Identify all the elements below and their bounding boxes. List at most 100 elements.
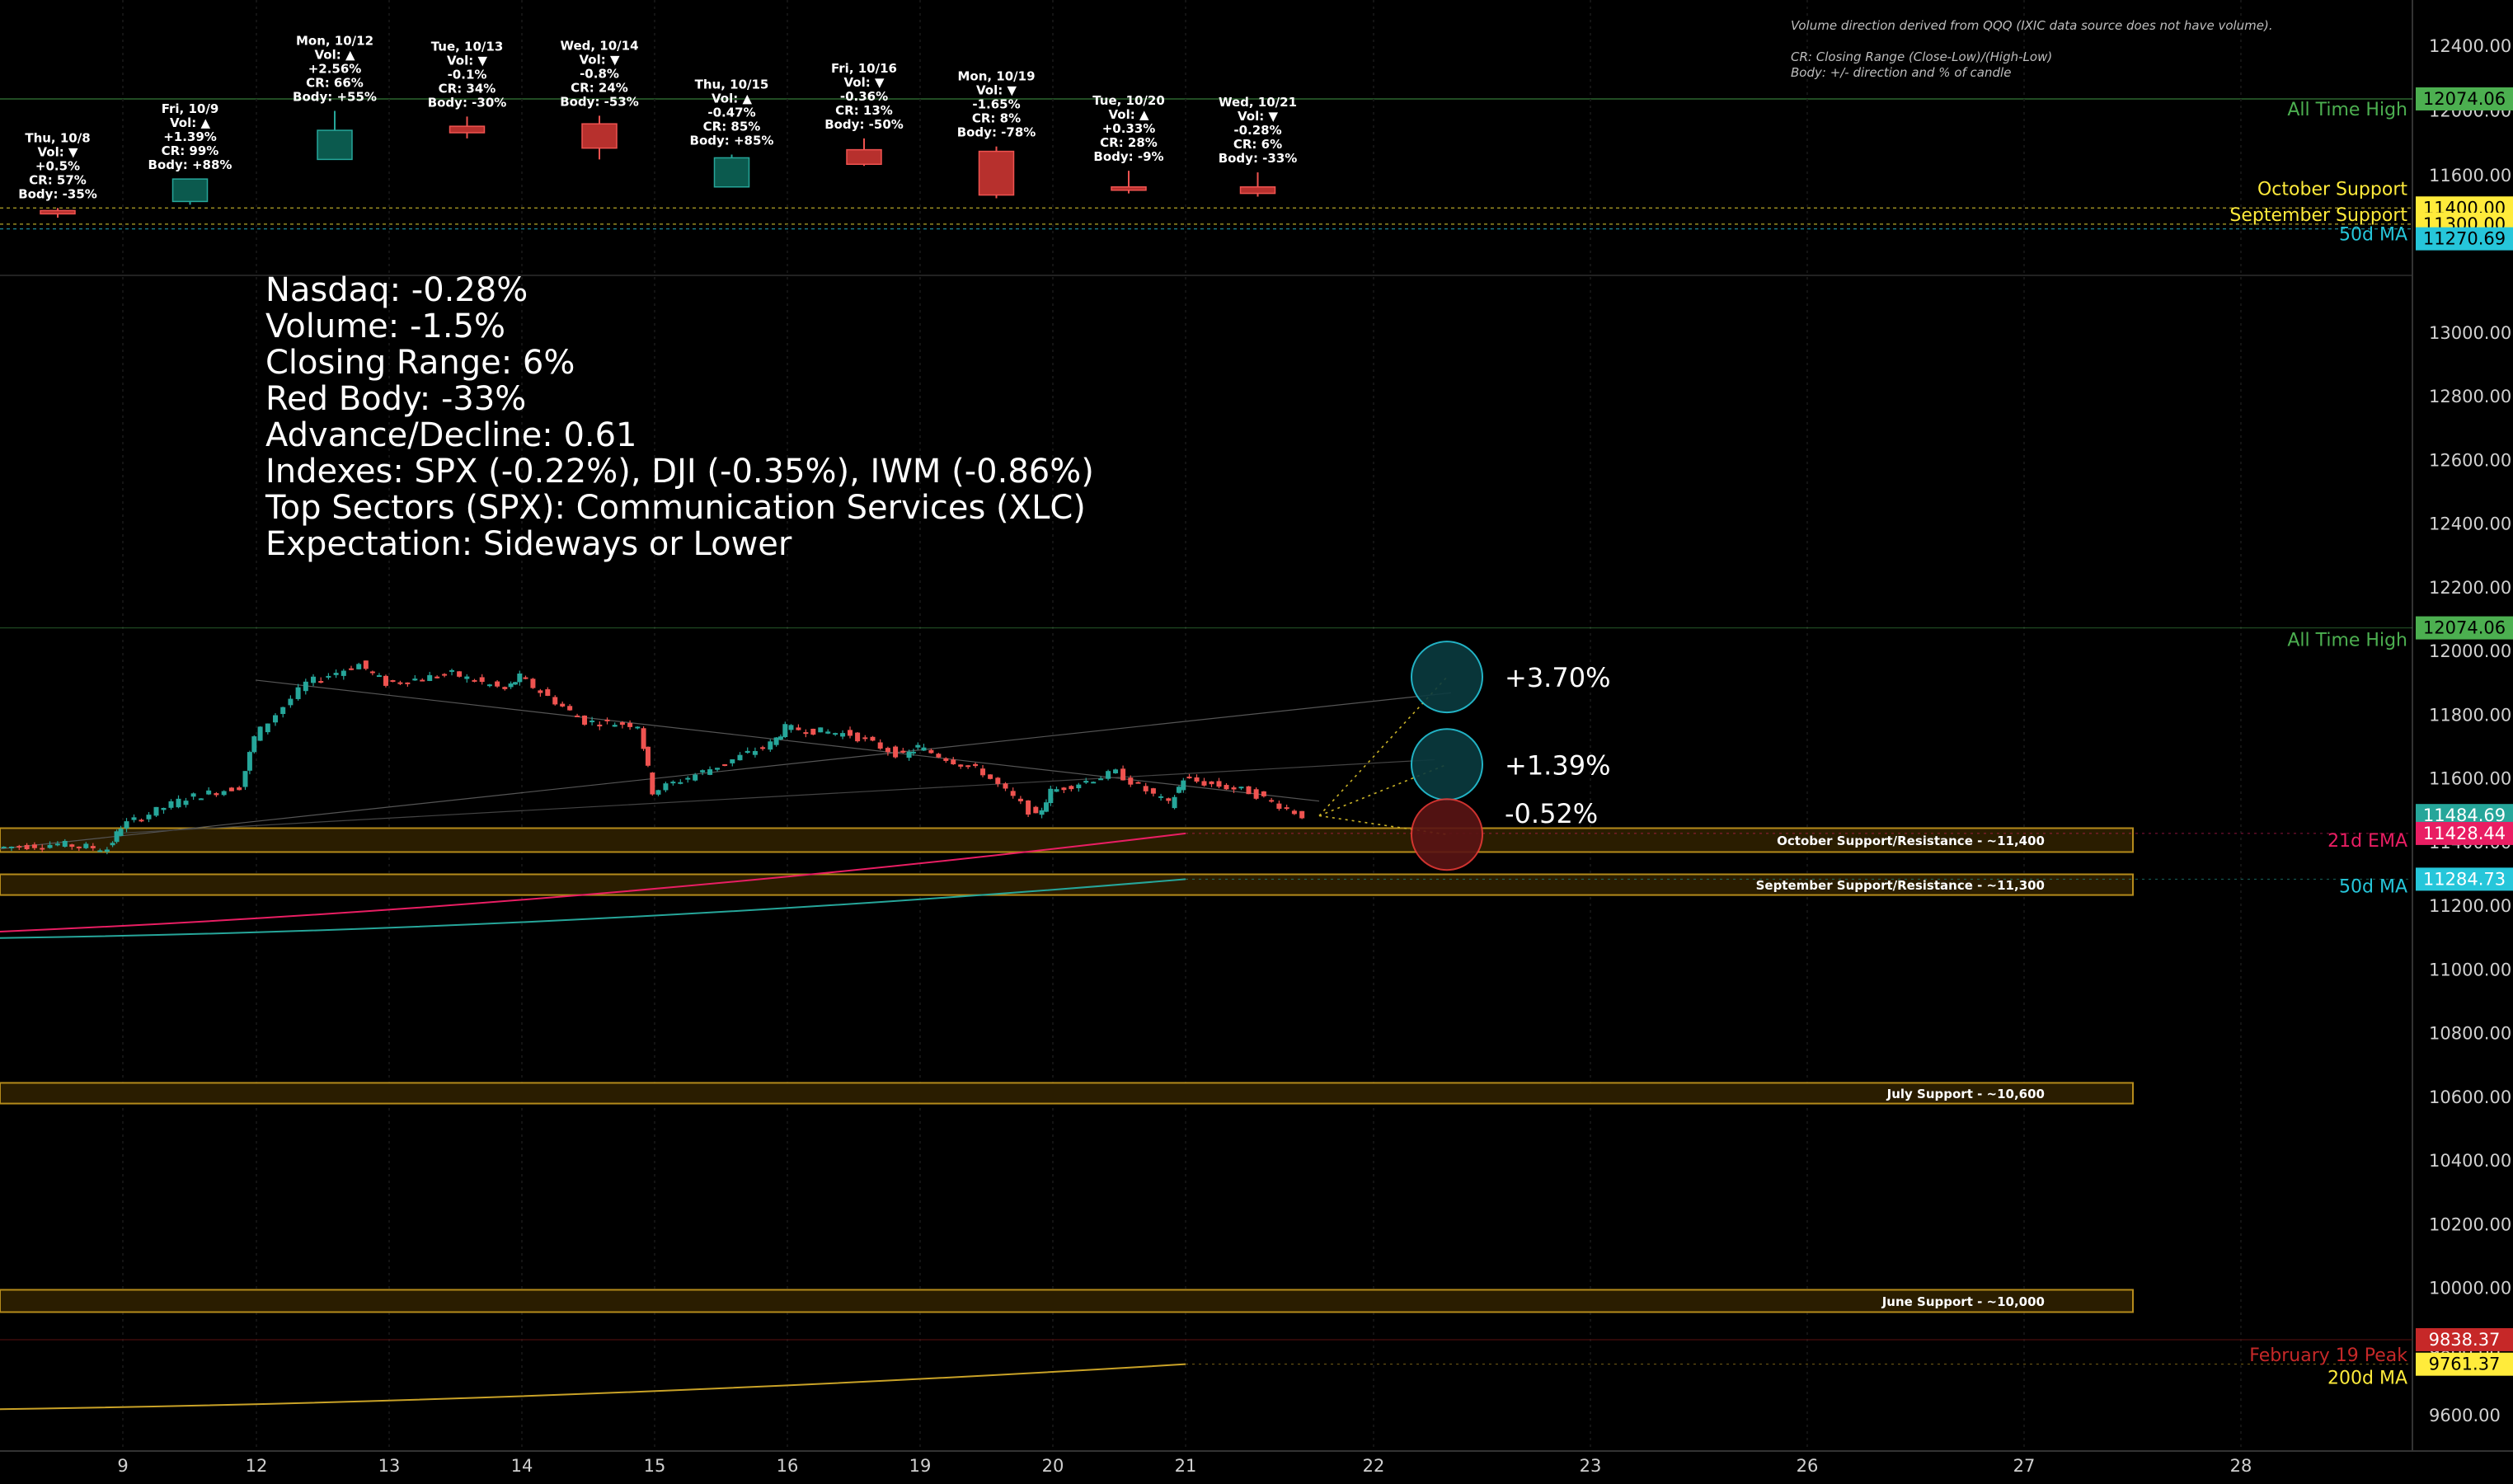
intraday-candle xyxy=(183,801,189,805)
intraday-candle xyxy=(893,746,899,758)
intraday-candle xyxy=(405,682,411,684)
top-level-label-2: September Support xyxy=(2229,205,2407,226)
intraday-candle xyxy=(840,733,846,737)
support-zone-label-3: June Support - ~10,000 xyxy=(1881,1294,2045,1309)
top-axis-tick-2: 12400.00 xyxy=(2429,36,2511,56)
candle-label-2-4: Body: +55% xyxy=(293,90,377,105)
intraday-candle xyxy=(685,777,691,780)
candle-label-1-2: +1.39% xyxy=(163,129,217,144)
intraday-candle xyxy=(635,726,641,729)
candle-label-9-0: Wed, 10/21 xyxy=(1219,95,1297,110)
intraday-candle xyxy=(980,768,986,776)
candle-label-1-3: CR: 99% xyxy=(162,143,219,158)
candle-label-0-0: Thu, 10/8 xyxy=(25,130,90,145)
intraday-candle xyxy=(508,683,514,688)
intraday-candle xyxy=(810,728,816,735)
x-tick-13: 28 xyxy=(2230,1456,2252,1476)
top-level-label-0: All Time High xyxy=(2287,100,2407,120)
candle-label-8-0: Tue, 10/20 xyxy=(1092,93,1165,108)
intraday-candle xyxy=(788,725,794,730)
intraday-candle xyxy=(1010,791,1016,796)
intraday-candle xyxy=(988,774,993,779)
intraday-candle xyxy=(678,782,683,784)
candle-label-4-1: Vol: ▼ xyxy=(580,52,620,67)
intraday-candle xyxy=(472,679,477,682)
main-axis-tick-15: 10000.00 xyxy=(2429,1279,2511,1298)
candle-label-7-1: Vol: ▼ xyxy=(976,83,1017,98)
candle-label-8-1: Vol: ▲ xyxy=(1109,107,1149,122)
intraday-candle xyxy=(303,681,308,692)
intraday-candle xyxy=(604,719,610,721)
main-axis-tick-5: 12000.00 xyxy=(2429,641,2511,661)
x-tick-12: 27 xyxy=(2013,1456,2036,1476)
candle-label-9-2: -0.28% xyxy=(1233,123,1281,138)
intraday-candle xyxy=(737,754,743,761)
main-axis-tick-3: 12400.00 xyxy=(2429,514,2511,534)
intraday-candle xyxy=(951,759,956,765)
main-axis-tick-0: 13000.00 xyxy=(2429,323,2511,343)
candle-label-3-0: Tue, 10/13 xyxy=(431,39,504,54)
intraday-candle xyxy=(420,679,425,682)
intraday-candle xyxy=(1083,781,1089,783)
intraday-candle xyxy=(464,676,470,679)
candle-label-0-2: +0.5% xyxy=(35,158,80,173)
intraday-candle xyxy=(745,750,750,754)
note-line-2: CR: Closing Range (Close-Low)/(High-Low) xyxy=(1791,49,2053,64)
intraday-candle xyxy=(803,732,809,735)
intraday-candle xyxy=(877,742,883,749)
candle-label-5-1: Vol: ▲ xyxy=(712,91,752,106)
summary-advance-decline: Advance/Decline: 0.61 xyxy=(265,416,637,454)
candle-label-6-2: -0.36% xyxy=(840,89,888,104)
x-tick-3: 14 xyxy=(511,1456,533,1476)
intraday-candle xyxy=(910,751,916,754)
main-axis-tick-4: 12200.00 xyxy=(2429,578,2511,598)
candle-body-3 xyxy=(449,125,486,134)
intraday-candle xyxy=(782,724,788,738)
intraday-candle xyxy=(530,679,536,688)
candle-label-7-0: Mon, 10/19 xyxy=(957,69,1035,84)
candle-label-6-1: Vol: ▼ xyxy=(844,75,885,90)
intraday-candle xyxy=(1033,806,1039,814)
intraday-candle xyxy=(412,679,418,681)
intraday-candle xyxy=(383,675,388,686)
intraday-candle xyxy=(206,790,212,795)
intraday-candle xyxy=(1158,796,1164,798)
intraday-candle xyxy=(1,846,7,848)
intraday-candle xyxy=(311,676,316,683)
candle-label-1-1: Vol: ▲ xyxy=(170,115,210,130)
candle-label-6-4: Body: -50% xyxy=(824,117,904,132)
intraday-candle xyxy=(670,782,676,784)
intraday-candle xyxy=(906,751,912,758)
intraday-candle xyxy=(131,817,137,820)
intraday-candle xyxy=(146,815,152,819)
intraday-candle xyxy=(97,850,103,852)
intraday-candle xyxy=(242,771,248,787)
intraday-candle xyxy=(257,726,263,741)
intraday-candle xyxy=(538,690,543,693)
top-level-badge-text-3: 11270.69 xyxy=(2423,229,2506,249)
intraday-candle xyxy=(1238,787,1244,789)
intraday-candle xyxy=(247,752,252,771)
candle-label-3-4: Body: -30% xyxy=(428,95,507,110)
candle-label-8-4: Body: -9% xyxy=(1093,149,1163,164)
intraday-candle xyxy=(427,674,433,681)
x-tick-2: 13 xyxy=(378,1456,401,1476)
intraday-candle xyxy=(825,731,831,734)
main-right-label-0: All Time High xyxy=(2287,631,2407,651)
intraday-candle xyxy=(273,715,278,723)
main-axis-tick-1: 12800.00 xyxy=(2429,387,2511,406)
intraday-candle xyxy=(1194,777,1200,782)
main-badge-text-3: 11284.73 xyxy=(2423,869,2506,889)
candle-label-8-3: CR: 28% xyxy=(1100,135,1158,150)
summary-volume: Volume: -1.5% xyxy=(265,308,506,345)
intraday-candle xyxy=(612,725,618,727)
candle-body-4 xyxy=(581,123,618,149)
candle-label-4-0: Wed, 10/14 xyxy=(560,38,638,53)
intraday-candle xyxy=(1276,803,1282,810)
intraday-candle xyxy=(597,724,603,727)
intraday-candle xyxy=(161,807,167,810)
intraday-candle xyxy=(523,677,528,679)
projection-label-2: -0.52% xyxy=(1505,798,1598,829)
candle-body-1 xyxy=(171,178,209,203)
x-tick-9: 22 xyxy=(1363,1456,1385,1476)
